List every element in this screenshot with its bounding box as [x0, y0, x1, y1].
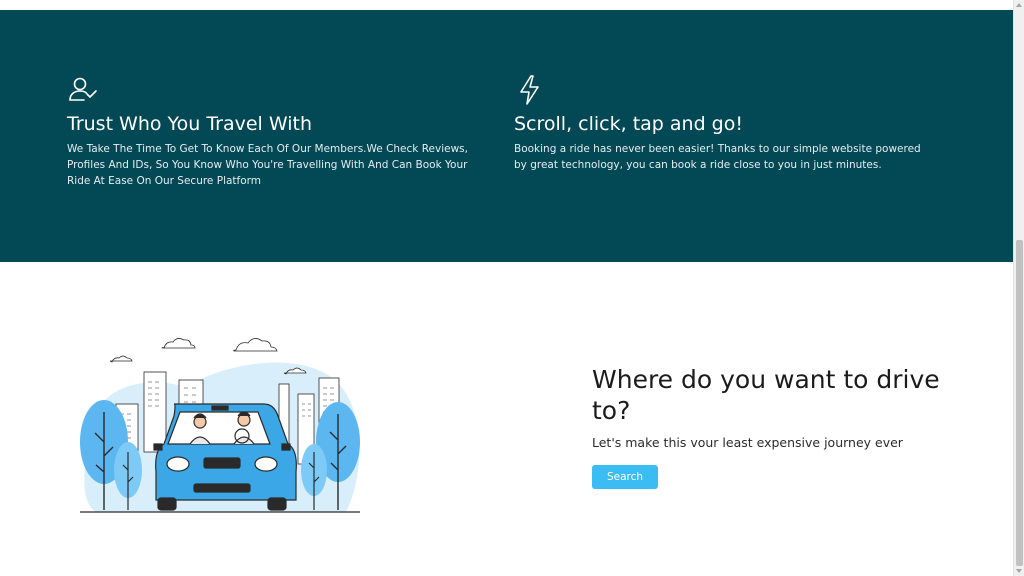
user-check-icon [69, 77, 97, 101]
cta-text: Where do you want to drive to? Let's mak… [592, 364, 952, 489]
feature-title: Trust Who You Travel With [67, 113, 312, 135]
cta-subtext: Let's make this vour least expensive jou… [592, 435, 903, 450]
cta-heading: Where do you want to drive to? [592, 365, 940, 425]
scroll-thumb[interactable] [1016, 240, 1023, 566]
top-strip [0, 0, 1013, 10]
page: Trust Who You Travel With We Take The Ti… [0, 0, 1024, 576]
feature-text: Booking a ride has never been easier! Th… [514, 143, 921, 171]
cta-section: Where do you want to drive to? Let's mak… [0, 262, 1013, 576]
feature-title: Scroll, click, tap and go! [514, 113, 743, 135]
features-section: Trust Who You Travel With We Take The Ti… [0, 10, 1013, 262]
car-ride-illustration [80, 338, 360, 513]
search-button[interactable]: Search [592, 465, 658, 489]
scroll-up-arrow-icon[interactable] [1016, 3, 1022, 7]
scroll-down-arrow-icon[interactable] [1016, 569, 1022, 573]
feature-trust: Trust Who You Travel With We Take The Ti… [67, 74, 492, 189]
page-scrollbar[interactable] [1013, 0, 1024, 576]
feature-booking: Scroll, click, tap and go! Booking a rid… [514, 74, 934, 173]
feature-text: We Take The Time To Get To Know Each Of … [67, 143, 468, 187]
lightning-icon [520, 75, 539, 105]
